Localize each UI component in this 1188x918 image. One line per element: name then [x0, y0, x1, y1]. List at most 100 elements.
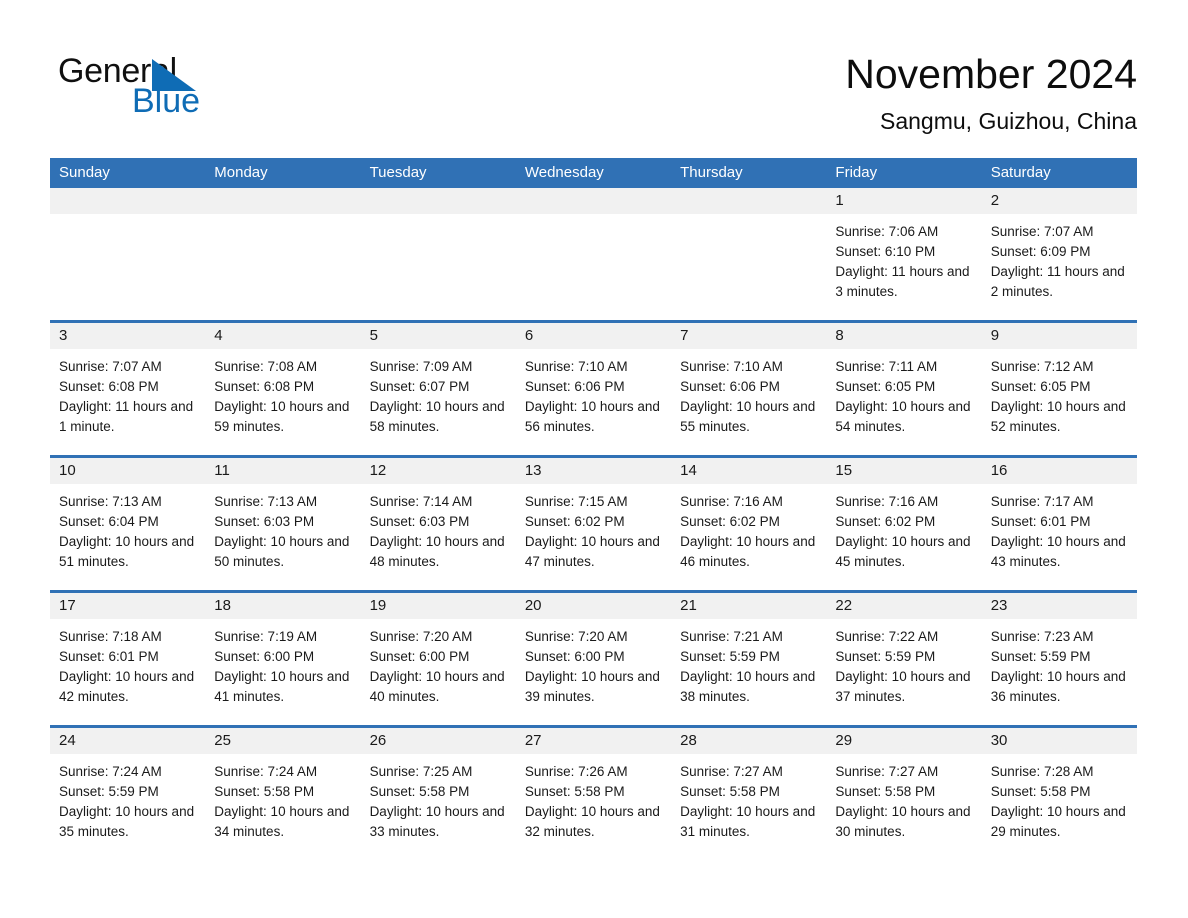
general-blue-logo[interactable]: General Blue [58, 52, 318, 124]
sunset-text: Sunset: 6:05 PM [835, 379, 936, 394]
sunset-text: Sunset: 6:01 PM [59, 649, 159, 664]
logo-word-blue: Blue [132, 82, 201, 120]
calendar-day-cell-empty [671, 188, 827, 320]
calendar-day-cell[interactable]: 10 Sunrise: 7:13 AM Sunset: 6:04 PM Dayligh… [50, 458, 206, 590]
calendar-day-cell-empty [360, 188, 516, 320]
daylight-text: Daylight: 10 hours and 58 minutes. [369, 399, 505, 434]
day-details: Sunrise: 7:07 AM Sunset: 6:08 PM Daylight:… [50, 349, 205, 437]
day-number: 13 [515, 458, 672, 484]
sunset-text: Sunset: 5:58 PM [680, 784, 780, 799]
day-details: Sunrise: 7:16 AM Sunset: 6:02 PM Daylight:… [671, 484, 826, 572]
day-details: Sunrise: 7:07 AM Sunset: 6:09 PM Daylight:… [982, 214, 1137, 302]
calendar-day-cell[interactable]: 22 Sunrise: 7:22 AM Sunset: 5:59 PM Dayligh… [826, 593, 982, 725]
sunset-text: Sunset: 5:59 PM [59, 784, 159, 799]
day-number: 26 [360, 728, 516, 754]
calendar-day-cell[interactable]: 9 Sunrise: 7:12 AM Sunset: 6:05 PM Daylight… [981, 323, 1137, 455]
weekday-header-thursday: Thursday [680, 164, 743, 181]
calendar-day-cell[interactable]: 20 Sunrise: 7:20 AM Sunset: 6:00 PM Dayligh… [515, 593, 672, 725]
daylight-text: Daylight: 11 hours and 1 minute. [59, 399, 194, 434]
daylight-text: Daylight: 11 hours and 3 minutes. [835, 264, 970, 299]
calendar-day-cell[interactable]: 14 Sunrise: 7:16 AM Sunset: 6:02 PM Dayligh… [671, 458, 827, 590]
sunset-text: Sunset: 5:58 PM [214, 784, 315, 799]
sunset-text: Sunset: 5:59 PM [835, 649, 936, 664]
sunset-text: Sunset: 5:59 PM [680, 649, 780, 664]
page-title: November 2024 [845, 51, 1137, 97]
daylight-text: Daylight: 10 hours and 56 minutes. [524, 399, 660, 434]
sunset-text: Sunset: 6:06 PM [680, 379, 780, 394]
calendar-day-cell[interactable]: 15 Sunrise: 7:16 AM Sunset: 6:02 PM Dayligh… [826, 458, 982, 590]
calendar-day-cell[interactable]: 1 Sunrise: 7:06 AM Sunset: 6:10 PM Daylight… [826, 188, 982, 320]
day-number: 7 [671, 323, 827, 349]
sunrise-text: Sunrise: 7:07 AM [59, 359, 162, 374]
calendar-day-cell[interactable]: 4 Sunrise: 7:08 AM Sunset: 6:08 PM Daylight… [205, 323, 361, 455]
calendar-day-cell[interactable]: 24 Sunrise: 7:24 AM Sunset: 5:59 PM Dayligh… [50, 728, 206, 860]
calendar-day-cell[interactable]: 13 Sunrise: 7:15 AM Sunset: 6:02 PM Dayligh… [515, 458, 672, 590]
calendar-day-cell[interactable]: 26 Sunrise: 7:25 AM Sunset: 5:58 PM Dayligh… [360, 728, 516, 860]
calendar-day-cell[interactable]: 27 Sunrise: 7:26 AM Sunset: 5:58 PM Dayligh… [515, 728, 672, 860]
sunrise-text: Sunrise: 7:27 AM [680, 764, 783, 779]
day-details: Sunrise: 7:06 AM Sunset: 6:10 PM Daylight:… [826, 214, 981, 302]
sunset-text: Sunset: 6:00 PM [214, 649, 315, 664]
sunset-text: Sunset: 5:59 PM [990, 649, 1091, 664]
sunrise-text: Sunrise: 7:11 AM [835, 359, 938, 374]
calendar-day-cell[interactable]: 19 Sunrise: 7:20 AM Sunset: 6:00 PM Dayligh… [360, 593, 516, 725]
sunset-text: Sunset: 5:58 PM [835, 784, 936, 799]
calendar-day-cell-empty [205, 188, 361, 320]
sunset-text: Sunset: 6:10 PM [835, 244, 936, 259]
calendar-day-cell[interactable]: 25 Sunrise: 7:24 AM Sunset: 5:58 PM Dayligh… [205, 728, 361, 860]
calendar-table: Sunday Monday Tuesday Wednesday Thursday… [50, 158, 1137, 860]
calendar-day-cell[interactable]: 21 Sunrise: 7:21 AM Sunset: 5:59 PM Dayligh… [671, 593, 827, 725]
calendar-day-cell[interactable]: 18 Sunrise: 7:19 AM Sunset: 6:00 PM Dayligh… [205, 593, 361, 725]
day-details: Sunrise: 7:16 AM Sunset: 6:02 PM Daylight:… [826, 484, 981, 572]
day-details: Sunrise: 7:28 AM Sunset: 5:58 PM Daylight:… [982, 754, 1137, 842]
calendar-page: General Blue November 2024 Sangmu, Guizh… [0, 0, 1188, 918]
day-details: Sunrise: 7:20 AM Sunset: 6:00 PM Daylight:… [516, 619, 671, 707]
day-number: 23 [981, 593, 1137, 619]
day-details: Sunrise: 7:14 AM Sunset: 6:03 PM Daylight:… [361, 484, 516, 572]
daylight-text: Daylight: 10 hours and 40 minutes. [369, 669, 505, 704]
daylight-text: Daylight: 10 hours and 31 minutes. [680, 804, 816, 839]
calendar-day-cell[interactable]: 3 Sunrise: 7:07 AM Sunset: 6:08 PM Daylight… [50, 323, 206, 455]
daylight-text: Daylight: 10 hours and 51 minutes. [59, 534, 195, 569]
day-number: 3 [50, 323, 206, 349]
calendar-day-cell[interactable]: 23 Sunrise: 7:23 AM Sunset: 5:59 PM Dayligh… [981, 593, 1137, 725]
calendar-day-cell[interactable]: 6 Sunrise: 7:10 AM Sunset: 6:06 PM Daylight… [515, 323, 672, 455]
sunrise-text: Sunrise: 7:17 AM [990, 494, 1094, 509]
sunrise-text: Sunrise: 7:25 AM [369, 764, 473, 779]
calendar-day-cell[interactable]: 17 Sunrise: 7:18 AM Sunset: 6:01 PM Dayligh… [50, 593, 206, 725]
calendar-day-cell[interactable]: 29 Sunrise: 7:27 AM Sunset: 5:58 PM Dayligh… [826, 728, 982, 860]
day-details: Sunrise: 7:08 AM Sunset: 6:08 PM Daylight:… [205, 349, 360, 437]
day-number: 10 [50, 458, 206, 484]
day-number: 12 [360, 458, 516, 484]
calendar-day-cell[interactable]: 11 Sunrise: 7:13 AM Sunset: 6:03 PM Dayligh… [205, 458, 361, 590]
daylight-text: Daylight: 10 hours and 59 minutes. [214, 399, 350, 434]
sunrise-text: Sunrise: 7:20 AM [524, 629, 628, 644]
sunrise-text: Sunrise: 7:06 AM [835, 224, 939, 239]
calendar-day-cell[interactable]: 7 Sunrise: 7:10 AM Sunset: 6:06 PM Daylight… [671, 323, 827, 455]
day-number: 4 [205, 323, 361, 349]
sunrise-text: Sunrise: 7:16 AM [680, 494, 783, 509]
sunrise-text: Sunrise: 7:18 AM [59, 629, 162, 644]
sunset-text: Sunset: 6:08 PM [214, 379, 315, 394]
calendar-day-cell[interactable]: 30 Sunrise: 7:28 AM Sunset: 5:58 PM Dayligh… [981, 728, 1137, 860]
sunset-text: Sunset: 6:09 PM [990, 244, 1091, 259]
sunrise-text: Sunrise: 7:27 AM [835, 764, 939, 779]
weekday-header-monday: Monday [214, 164, 268, 181]
calendar-day-cell[interactable]: 12 Sunrise: 7:14 AM Sunset: 6:03 PM Dayligh… [360, 458, 516, 590]
day-details: Sunrise: 7:17 AM Sunset: 6:01 PM Daylight:… [982, 484, 1137, 572]
weekday-header-saturday: Saturday [990, 164, 1051, 181]
calendar-day-cell[interactable]: 8 Sunrise: 7:11 AM Sunset: 6:05 PM Daylight… [826, 323, 982, 455]
calendar-day-cell[interactable]: 5 Sunrise: 7:09 AM Sunset: 6:07 PM Daylight… [360, 323, 516, 455]
day-number: 1 [826, 188, 982, 214]
sunset-text: Sunset: 6:02 PM [835, 514, 936, 529]
calendar-week-row: 3 Sunrise: 7:07 AM Sunset: 6:08 PM Daylight… [50, 320, 1137, 455]
calendar-day-cell[interactable]: 28 Sunrise: 7:27 AM Sunset: 5:58 PM Dayligh… [671, 728, 827, 860]
calendar-day-cell[interactable]: 16 Sunrise: 7:17 AM Sunset: 6:01 PM Dayligh… [981, 458, 1137, 590]
daylight-text: Daylight: 10 hours and 54 minutes. [835, 399, 971, 434]
day-details: Sunrise: 7:25 AM Sunset: 5:58 PM Daylight:… [361, 754, 516, 842]
sunrise-text: Sunrise: 7:20 AM [369, 629, 473, 644]
calendar-week-row: 24 Sunrise: 7:24 AM Sunset: 5:59 PM Dayligh… [50, 725, 1137, 860]
sunrise-text: Sunrise: 7:19 AM [214, 629, 318, 644]
calendar-day-cell[interactable]: 2 Sunrise: 7:07 AM Sunset: 6:09 PM Daylight… [981, 188, 1137, 320]
sunset-text: Sunset: 6:03 PM [214, 514, 315, 529]
